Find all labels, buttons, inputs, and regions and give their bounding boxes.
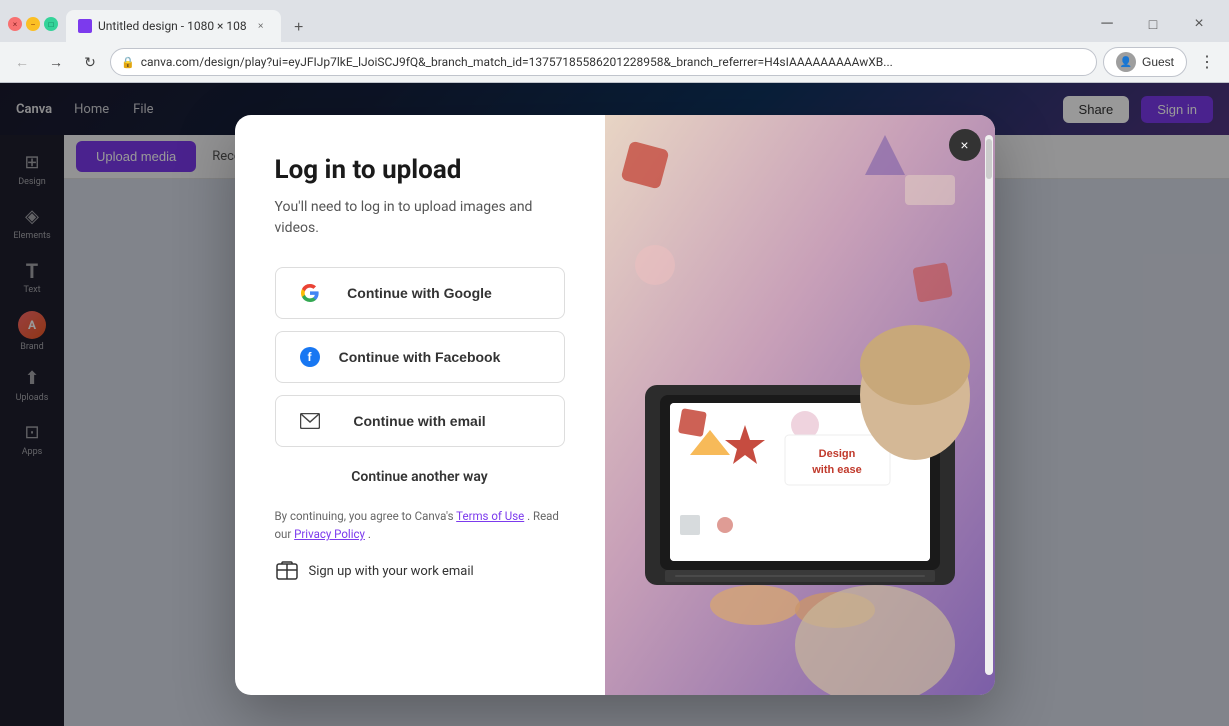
close-icon: × [960,137,968,153]
svg-text:Design: Design [818,448,855,460]
modal-right-panel: Design with ease [605,115,995,695]
window-close-os-btn[interactable]: × [1177,8,1221,40]
window-minimize-os-btn[interactable]: ─ [1085,8,1129,40]
window-controls: × − □ [8,17,58,31]
google-btn-label: Continue with Google [328,285,548,301]
refresh-button[interactable]: ↻ [76,48,104,76]
active-tab[interactable]: Untitled design - 1080 × 108 × [66,10,281,42]
work-email-label: Sign up with your work email [309,564,474,579]
back-button[interactable]: ← [8,48,36,76]
privacy-policy-link[interactable]: Privacy Policy [294,527,365,541]
terms-text: By continuing, you agree to Canva's Term… [275,507,565,544]
address-bar[interactable]: 🔒 canva.com/design/play?ui=eyJFIJp7lkE_l… [110,48,1097,76]
new-tab-btn[interactable]: + [285,14,313,42]
browser-menu-btn[interactable]: ⋮ [1193,48,1221,76]
continue-another-way-btn[interactable]: Continue another way [275,463,565,491]
facebook-btn-label: Continue with Facebook [328,349,548,365]
modal-overlay: × Log in to upload You'll need to log in… [0,83,1229,726]
tab-favicon [78,19,92,33]
tab-bar: Untitled design - 1080 × 108 × + [66,6,1085,42]
modal-left-panel: Log in to upload You'll need to log in t… [235,115,605,695]
window-minimize-btn[interactable]: − [26,17,40,31]
email-btn-label: Continue with email [328,413,548,429]
facebook-icon: f [292,345,328,369]
address-text: canva.com/design/play?ui=eyJFIJp7lkE_lJo… [141,55,1086,69]
window-maximize-btn[interactable]: □ [44,17,58,31]
modal-close-button[interactable]: × [949,129,981,161]
window-restore-os-btn[interactable]: □ [1131,8,1175,40]
google-auth-button[interactable]: Continue with Google [275,267,565,319]
facebook-auth-button[interactable]: f Continue with Facebook [275,331,565,383]
guest-avatar: 👤 [1116,52,1136,72]
guest-profile-btn[interactable]: 👤 Guest [1103,47,1187,77]
email-auth-button[interactable]: Continue with email [275,395,565,447]
login-modal: × Log in to upload You'll need to log in… [235,115,995,695]
modal-subtitle: You'll need to log in to upload images a… [275,197,565,239]
modal-title: Log in to upload [275,155,565,185]
title-bar: × − □ Untitled design - 1080 × 108 × + ─… [0,0,1229,42]
right-panel-illustration: Design with ease [605,115,995,695]
lock-icon: 🔒 [121,56,135,69]
scroll-thumb [986,139,992,179]
modal-scrollbar[interactable] [985,135,993,675]
work-email-icon [275,559,299,583]
guest-label: Guest [1142,55,1174,69]
scroll-track [985,135,993,675]
forward-button[interactable]: → [42,48,70,76]
browser-chrome: × − □ Untitled design - 1080 × 108 × + ─… [0,0,1229,83]
email-icon [292,409,328,433]
tab-title: Untitled design - 1080 × 108 [98,19,247,33]
tab-close-btn[interactable]: × [253,18,269,34]
window-close-btn[interactable]: × [8,17,22,31]
terms-of-use-link[interactable]: Terms of Use [456,509,524,523]
svg-text:with ease: with ease [811,464,862,476]
work-email-row[interactable]: Sign up with your work email [275,559,565,583]
app-content: Canva Home File Share Sign in ⊞ Design ◈… [0,83,1229,726]
nav-bar: ← → ↻ 🔒 canva.com/design/play?ui=eyJFIJp… [0,42,1229,82]
google-icon [292,281,328,305]
